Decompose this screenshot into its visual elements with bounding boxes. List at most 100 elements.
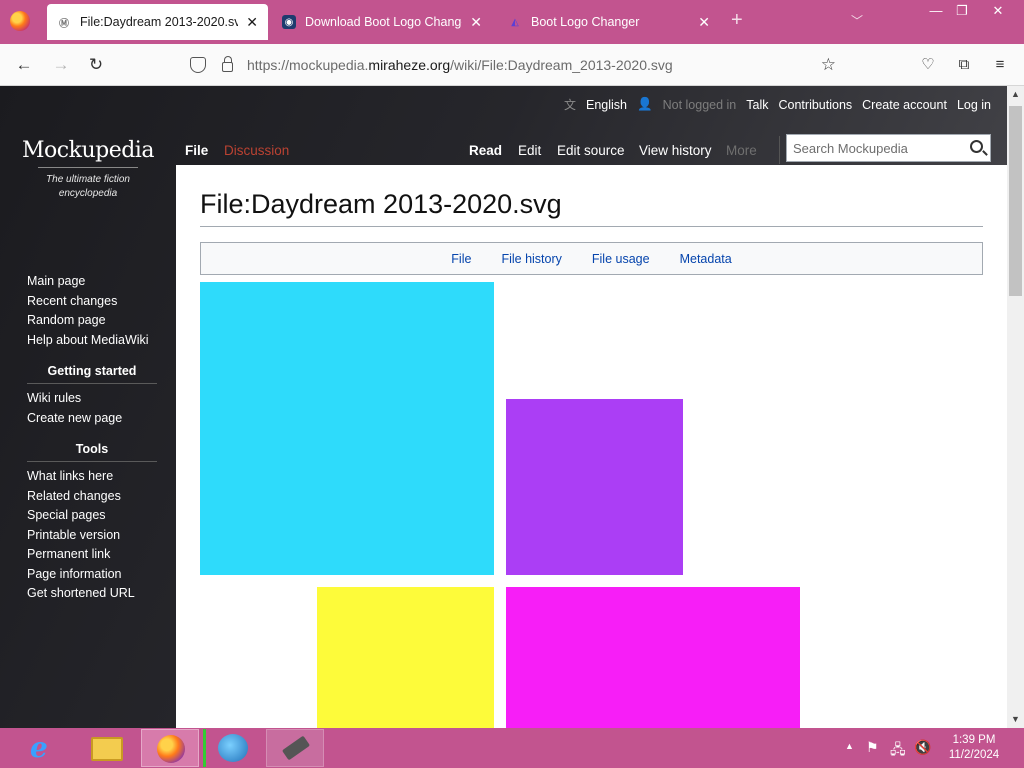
scroll-down-arrow-icon[interactable]: ▼ <box>1007 711 1024 728</box>
language-selector[interactable]: English <box>586 98 627 112</box>
sidebar-item-help-about-mediawiki[interactable]: Help about MediaWiki <box>27 331 157 351</box>
wiki-favicon-icon: Ⓜ <box>59 18 69 30</box>
tab-download-boot-logo-changer[interactable]: ◉ Download Boot Logo Changer | ✕ <box>272 4 492 40</box>
view-edit-source[interactable]: Edit source <box>557 143 625 158</box>
tab-title: Boot Logo Changer <box>531 15 640 29</box>
close-tab-icon[interactable]: ✕ <box>246 14 258 31</box>
sidebar-item-printable-version[interactable]: Printable version <box>27 526 157 546</box>
restore-window-icon[interactable]: ❐ <box>947 2 977 22</box>
taskbar: e ▲ ⚑ 🖧 🔇 1:39 PM 11/2/2024 <box>0 728 1024 768</box>
scroll-up-arrow-icon[interactable]: ▲ <box>1007 86 1024 103</box>
sidebar-item-related-changes[interactable]: Related changes <box>27 487 157 507</box>
url-path: /wiki/File:Daydream_2013-2020.svg <box>450 57 673 73</box>
view-history[interactable]: View history <box>639 143 712 158</box>
scrollbar-thumb[interactable] <box>1009 106 1022 296</box>
page-title: File:Daydream 2013-2020.svg <box>200 189 983 227</box>
pocket-save-icon[interactable]: ♡ <box>919 56 937 74</box>
file-image-preview[interactable] <box>200 282 801 728</box>
sidebar-item-permanent-link[interactable]: Permanent link <box>27 545 157 565</box>
site-security-lock-icon[interactable] <box>222 56 233 72</box>
network-icon[interactable]: 🖧 <box>890 739 906 763</box>
sidebar-item-special-pages[interactable]: Special pages <box>27 506 157 526</box>
firefox-menu-icon[interactable] <box>10 11 30 31</box>
sidebar-item-get-shortened-url[interactable]: Get shortened URL <box>27 584 157 604</box>
new-tab-icon[interactable]: + <box>731 10 743 30</box>
not-logged-in-label: Not logged in <box>662 97 737 112</box>
close-tab-icon[interactable]: ✕ <box>470 14 482 31</box>
views-divider <box>779 136 780 164</box>
reload-icon[interactable]: ↻ <box>85 54 107 76</box>
file-toc-file-history[interactable]: File history <box>501 252 561 266</box>
sidebar-heading-tools: Tools <box>27 442 157 462</box>
clock-date: 11/2/2024 <box>948 749 1000 761</box>
file-toc-file-usage[interactable]: File usage <box>592 252 650 266</box>
sidebar-item-recent-changes[interactable]: Recent changes <box>27 292 157 312</box>
show-hidden-icons[interactable]: ▲ <box>845 741 854 751</box>
magenta-square <box>506 587 800 728</box>
url-prefix: https://mockupedia. <box>247 57 369 73</box>
contributions-link[interactable]: Contributions <box>779 98 853 112</box>
site-name[interactable]: Mockupedia <box>0 138 176 163</box>
talk-link[interactable]: Talk <box>746 98 768 112</box>
sidebar-heading-getting-started: Getting started <box>27 364 157 384</box>
sidebar-item-create-new-page[interactable]: Create new page <box>27 409 157 429</box>
action-center-flag-icon[interactable]: ⚑ <box>866 739 879 756</box>
file-toc-file[interactable]: File <box>451 252 471 266</box>
close-tab-icon[interactable]: ✕ <box>698 14 710 31</box>
sidebar: Main page Recent changes Random page Help a… <box>27 272 157 604</box>
sidebar-tools: What links here Related changes Special pa… <box>27 467 157 604</box>
file-explorer-icon[interactable] <box>91 737 123 761</box>
view-edit[interactable]: Edit <box>518 143 541 158</box>
tracking-protection-shield-icon[interactable] <box>190 57 206 73</box>
navigation-toolbar: ← → ↻ https://mockupedia.miraheze.org/wi… <box>0 44 1024 86</box>
search-icon[interactable] <box>970 140 983 153</box>
bookmark-star-icon[interactable]: ☆ <box>821 55 836 75</box>
create-account-link[interactable]: Create account <box>862 98 947 112</box>
firefox-taskbar-icon[interactable] <box>141 729 199 767</box>
view-read[interactable]: Read <box>469 143 502 158</box>
view-more-menu[interactable]: More <box>726 143 757 158</box>
sidebar-item-main-page[interactable]: Main page <box>27 272 157 292</box>
clock[interactable]: 1:39 PM 11/2/2024 <box>940 733 1008 763</box>
log-in-link[interactable]: Log in <box>957 98 991 112</box>
tab-bar: Ⓜ File:Daydream 2013-2020.svg - M ✕ ◉ Do… <box>0 0 1024 44</box>
tab-daydream-file[interactable]: Ⓜ File:Daydream 2013-2020.svg - M ✕ <box>47 4 268 40</box>
file-toc-metadata[interactable]: Metadata <box>680 252 732 266</box>
site-logo[interactable]: Mockupedia The ultimate fiction encyclop… <box>0 138 176 201</box>
extensions-puzzle-icon[interactable]: ⧉ <box>955 56 973 74</box>
page-content: File:Daydream 2013-2020.svg File File his… <box>176 165 1007 728</box>
back-arrow-icon[interactable]: ← <box>13 54 35 76</box>
address-bar[interactable]: https://mockupedia.miraheze.org/wiki/Fil… <box>182 50 844 80</box>
download-site-favicon-icon: ◉ <box>282 15 296 29</box>
forward-arrow-icon[interactable]: → <box>50 54 72 76</box>
site-tagline: The ultimate fiction encyclopedia <box>46 174 130 199</box>
sidebar-item-page-information[interactable]: Page information <box>27 565 157 585</box>
purple-square <box>506 399 683 575</box>
sidebar-item-what-links-here[interactable]: What links here <box>27 467 157 487</box>
internet-download-manager-icon[interactable] <box>203 729 261 767</box>
clock-time: 1:39 PM <box>952 734 996 746</box>
volume-muted-icon[interactable]: 🔇 <box>914 739 931 756</box>
hamburger-menu-icon[interactable]: ≡ <box>991 56 1009 74</box>
tab-boot-logo-changer[interactable]: ◭ Boot Logo Changer ✕ <box>498 4 720 40</box>
sidebar-navigation: Main page Recent changes Random page Help a… <box>27 272 157 350</box>
wiki-search-box <box>786 134 991 162</box>
list-all-tabs-icon[interactable]: ﹀ <box>851 12 863 29</box>
tab-discussion[interactable]: Discussion <box>224 143 289 158</box>
user-icon: 👤 <box>637 97 653 111</box>
sidebar-item-random-page[interactable]: Random page <box>27 311 157 331</box>
cyan-square <box>200 282 494 575</box>
internet-explorer-icon[interactable]: e <box>30 732 62 764</box>
search-input[interactable] <box>787 135 957 161</box>
file-toc: File File history File usage Metadata <box>200 242 983 275</box>
page-scrollbar[interactable]: ▲ ▼ <box>1007 86 1024 728</box>
usb-drive-icon[interactable] <box>266 729 324 767</box>
url-text[interactable]: https://mockupedia.miraheze.org/wiki/Fil… <box>247 57 673 73</box>
tab-file[interactable]: File <box>185 143 208 158</box>
tab-title: Download Boot Logo Changer | <box>305 15 463 29</box>
language-icon[interactable]: 文 <box>564 96 576 113</box>
app-favicon-icon: ◭ <box>511 16 519 28</box>
sidebar-item-wiki-rules[interactable]: Wiki rules <box>27 389 157 409</box>
close-window-icon[interactable]: ✕ <box>983 2 1013 22</box>
sidebar-getting-started: Wiki rules Create new page <box>27 389 157 428</box>
